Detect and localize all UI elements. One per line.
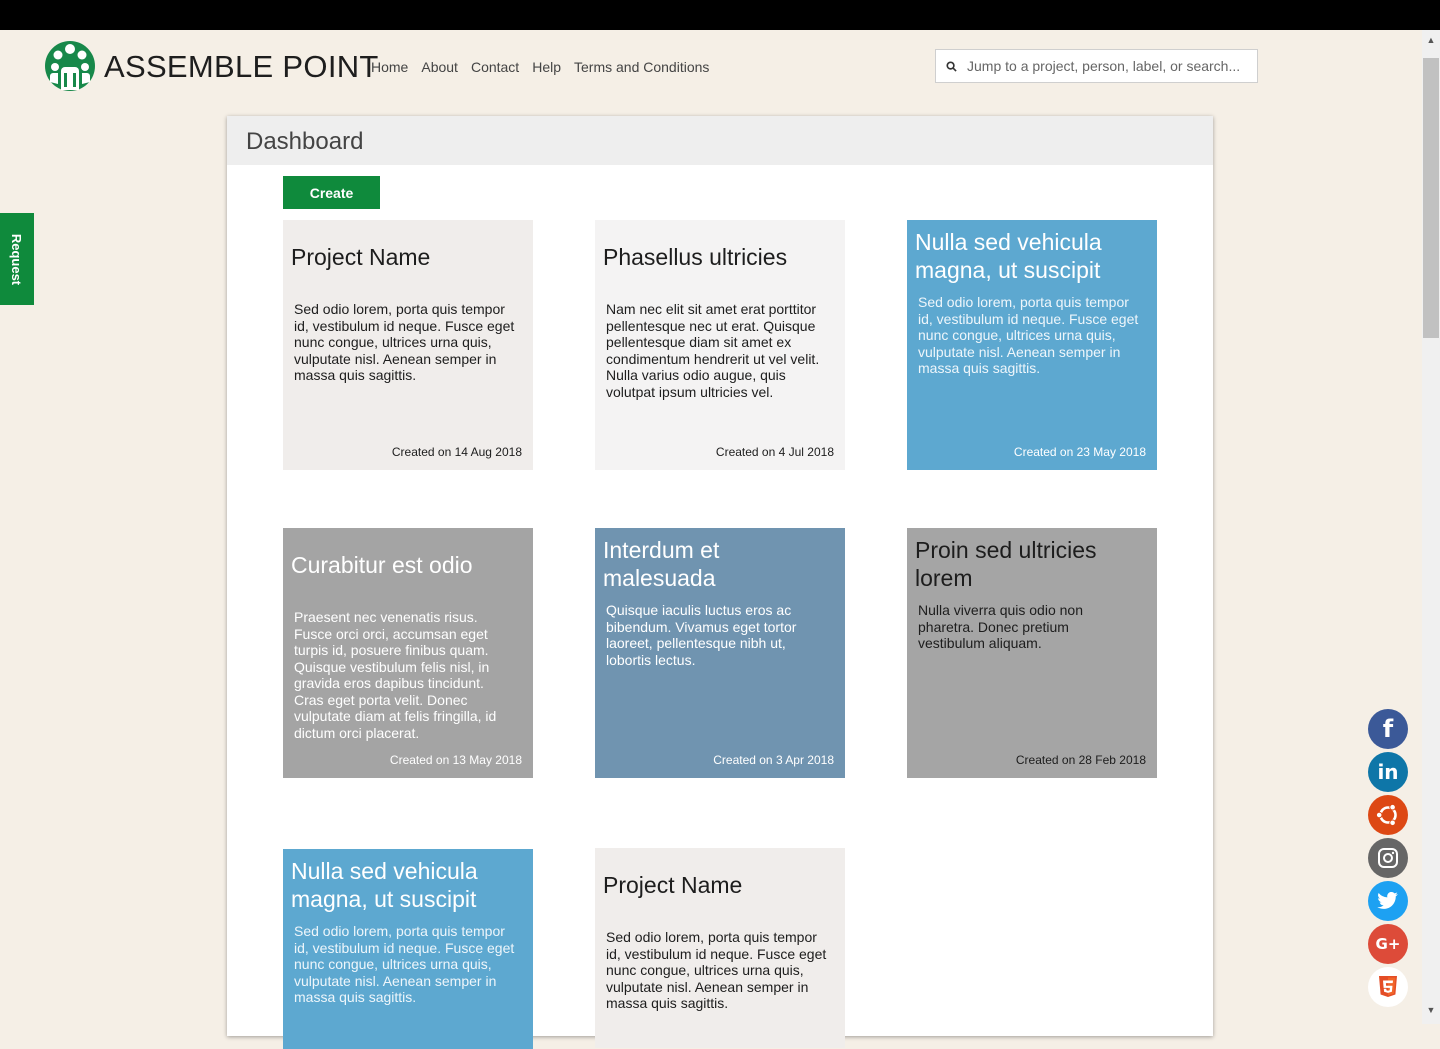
card-title: Project Name — [291, 244, 431, 270]
project-card[interactable]: Phasellus ultricies Nam nec elit sit ame… — [595, 220, 845, 470]
card-created-date: Created on 28 Feb 2018 — [1015, 753, 1146, 767]
ubuntu-icon[interactable] — [1368, 795, 1408, 835]
nav-contact[interactable]: Contact — [471, 59, 519, 75]
twitter-icon[interactable] — [1368, 881, 1408, 921]
search-box — [935, 49, 1258, 83]
html5-shield — [1379, 976, 1397, 997]
card-created-date: Created on 3 Apr 2018 — [713, 753, 834, 767]
card-description: Nulla viverra quis odio non pharetra. Do… — [918, 602, 1083, 651]
dashboard-header: Dashboard — [227, 116, 1213, 165]
social-links: f in G+ — [1368, 709, 1408, 1007]
facebook-glyph: f — [1382, 715, 1394, 743]
project-card[interactable]: Project Name Sed odio lorem, porta quis … — [595, 848, 845, 1048]
nav-about[interactable]: About — [421, 59, 458, 75]
instagram-icon[interactable] — [1368, 838, 1408, 878]
card-description: Praesent nec venenatis risus. Fusce orci… — [294, 609, 497, 741]
card-created-date: Created on 23 May 2018 — [1013, 445, 1146, 459]
twitter-bird — [1377, 892, 1398, 909]
page-title: Dashboard — [246, 128, 364, 155]
google-plus-icon[interactable]: G+ — [1368, 924, 1408, 964]
card-title: Nulla sed vehicula magna, ut suscipit — [915, 229, 1102, 283]
request-tab-label: Request — [9, 233, 25, 285]
card-description: Sed odio lorem, porta quis tempor id, ve… — [294, 301, 515, 383]
instagram-logo — [1378, 848, 1398, 868]
linkedin-glyph: in — [1377, 760, 1399, 784]
card-description: Sed odio lorem, porta quis tempor id, ve… — [294, 923, 515, 1005]
project-card[interactable]: Nulla sed vehicula magna, ut suscipit Se… — [907, 220, 1157, 470]
card-created-date: Created on 14 Aug 2018 — [391, 445, 522, 459]
project-card[interactable]: Nulla sed vehicula magna, ut suscipit Se… — [283, 849, 533, 1049]
card-title: Phasellus ultricies — [603, 244, 788, 270]
scrollbar-thumb[interactable] — [1423, 58, 1439, 338]
card-description: Quisque iaculis luctus eros ac bibendum.… — [606, 602, 797, 668]
card-description: Sed odio lorem, porta quis tempor id, ve… — [918, 294, 1139, 376]
brand-name[interactable]: ASSEMBLE POINT — [104, 49, 379, 85]
card-title: Curabitur est odio — [291, 552, 473, 578]
search-icon — [946, 60, 957, 72]
request-tab[interactable]: Request — [0, 213, 34, 305]
project-card[interactable]: Interdum et malesuada Quisque iaculis lu… — [595, 528, 845, 778]
card-created-date: Created on 13 May 2018 — [389, 753, 522, 767]
card-title: Project Name — [603, 872, 743, 898]
project-card[interactable]: Proin sed ultricies lorem Nulla viverra … — [907, 528, 1157, 778]
nav-home[interactable]: Home — [371, 59, 408, 75]
card-created-date: Created on 4 Jul 2018 — [715, 445, 834, 459]
project-card[interactable]: Project Name Sed odio lorem, porta quis … — [283, 220, 533, 470]
facebook-icon[interactable]: f — [1368, 709, 1408, 749]
search-input[interactable] — [965, 57, 1249, 75]
create-button[interactable]: Create — [283, 176, 380, 209]
assemble-point-logo[interactable] — [44, 40, 96, 92]
nav-help[interactable]: Help — [532, 59, 561, 75]
card-title: Proin sed ultricies lorem — [915, 537, 1097, 591]
nav-terms[interactable]: Terms and Conditions — [574, 59, 709, 75]
linkedin-icon[interactable]: in — [1368, 752, 1408, 792]
main-nav: Home About Contact Help Terms and Condit… — [371, 59, 709, 75]
card-title: Nulla sed vehicula magna, ut suscipit — [291, 858, 478, 912]
google-plus-glyph: G+ — [1375, 935, 1401, 953]
project-card[interactable]: Curabitur est odio Praesent nec venenati… — [283, 528, 533, 778]
page-scrollbar[interactable]: ▲ ▼ — [1422, 30, 1440, 1024]
browser-top-bar — [0, 0, 1440, 30]
card-description: Nam nec elit sit amet erat porttitor pel… — [606, 301, 820, 400]
html5-icon[interactable] — [1368, 967, 1408, 1007]
card-description: Sed odio lorem, porta quis tempor id, ve… — [606, 929, 827, 1011]
ubuntu-logo — [1375, 803, 1397, 827]
scroll-up-arrow-icon[interactable]: ▲ — [1422, 32, 1440, 48]
scroll-down-arrow-icon[interactable]: ▼ — [1422, 1002, 1440, 1018]
dashboard-panel: Dashboard Create Project Name Sed odio l… — [227, 116, 1213, 1049]
card-title: Interdum et malesuada — [603, 537, 720, 591]
